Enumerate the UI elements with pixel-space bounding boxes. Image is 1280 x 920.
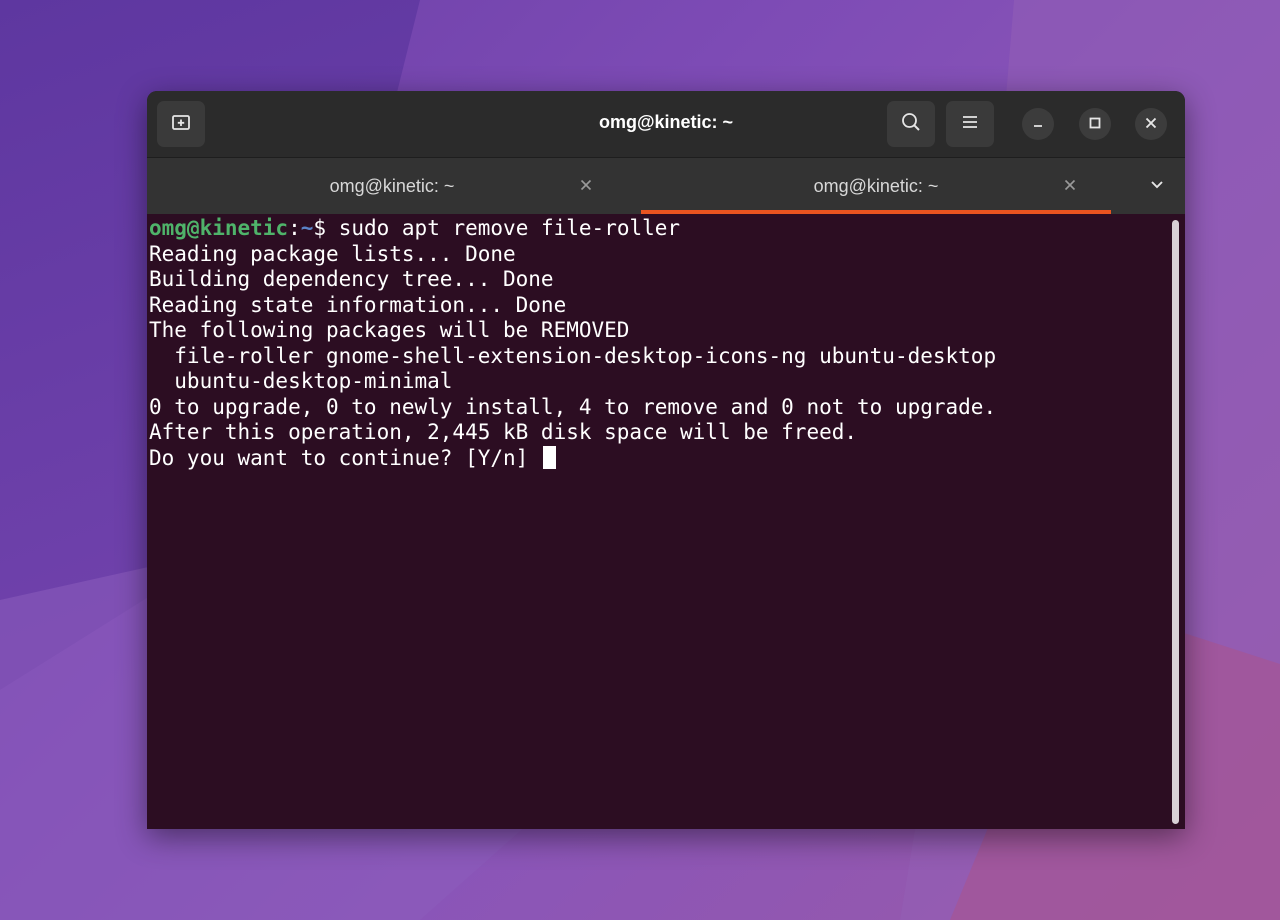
prompt-user: omg@kinetic bbox=[149, 216, 289, 240]
output-line: ubuntu-desktop-minimal bbox=[149, 369, 453, 393]
tab-list-button[interactable] bbox=[1143, 172, 1171, 200]
chevron-down-icon bbox=[1149, 176, 1165, 196]
close-icon bbox=[579, 177, 593, 196]
prompt-question: Do you want to continue? [Y/n] bbox=[149, 445, 541, 470]
output-line: file-roller gnome-shell-extension-deskto… bbox=[149, 343, 997, 368]
maximize-icon bbox=[1088, 115, 1102, 134]
output-line: The following packages will be REMOVED bbox=[149, 318, 630, 342]
terminal-text: omg@kinetic:~$ sudo apt remove file-roll… bbox=[149, 216, 996, 471]
close-icon bbox=[1144, 115, 1158, 134]
tab-1[interactable]: omg@kinetic: ~ bbox=[157, 158, 627, 214]
terminal-window: omg@kinetic: ~ omg@kinetic: ~ omg@kineti… bbox=[147, 91, 1185, 829]
tab-bar: omg@kinetic: ~ omg@kinetic: ~ bbox=[147, 158, 1185, 214]
tab-label: omg@kinetic: ~ bbox=[329, 175, 455, 196]
header-bar: omg@kinetic: ~ bbox=[147, 91, 1185, 158]
command-text: sudo apt remove file-roller bbox=[326, 216, 681, 240]
output-line: 0 to upgrade, 0 to newly install, 4 to r… bbox=[149, 394, 997, 419]
output-line: After this operation, 2,445 kB disk spac… bbox=[149, 420, 858, 444]
search-icon bbox=[900, 111, 922, 137]
tab-close-button[interactable] bbox=[1059, 175, 1081, 197]
maximize-button[interactable] bbox=[1079, 108, 1111, 140]
prompt-separator: : bbox=[288, 216, 301, 240]
output-line: Reading package lists... Done bbox=[149, 241, 516, 266]
tab-close-button[interactable] bbox=[575, 175, 597, 197]
minimize-icon bbox=[1031, 115, 1045, 134]
minimize-button[interactable] bbox=[1022, 108, 1054, 140]
tab-2-active[interactable]: omg@kinetic: ~ bbox=[641, 158, 1111, 214]
prompt-path: ~ bbox=[300, 216, 314, 240]
scrollbar[interactable] bbox=[1172, 220, 1179, 824]
close-icon bbox=[1063, 177, 1077, 196]
text-cursor bbox=[542, 445, 556, 469]
output-line: Building dependency tree... Done bbox=[149, 267, 554, 291]
search-button[interactable] bbox=[887, 101, 935, 147]
prompt-symbol: $ bbox=[313, 216, 327, 240]
close-window-button[interactable] bbox=[1135, 108, 1167, 140]
output-line: Reading state information... Done bbox=[149, 292, 567, 317]
terminal-output-area[interactable]: omg@kinetic:~$ sudo apt remove file-roll… bbox=[147, 214, 1185, 829]
tab-label: omg@kinetic: ~ bbox=[813, 175, 939, 196]
menu-button[interactable] bbox=[946, 101, 994, 147]
hamburger-menu-icon bbox=[960, 112, 980, 136]
